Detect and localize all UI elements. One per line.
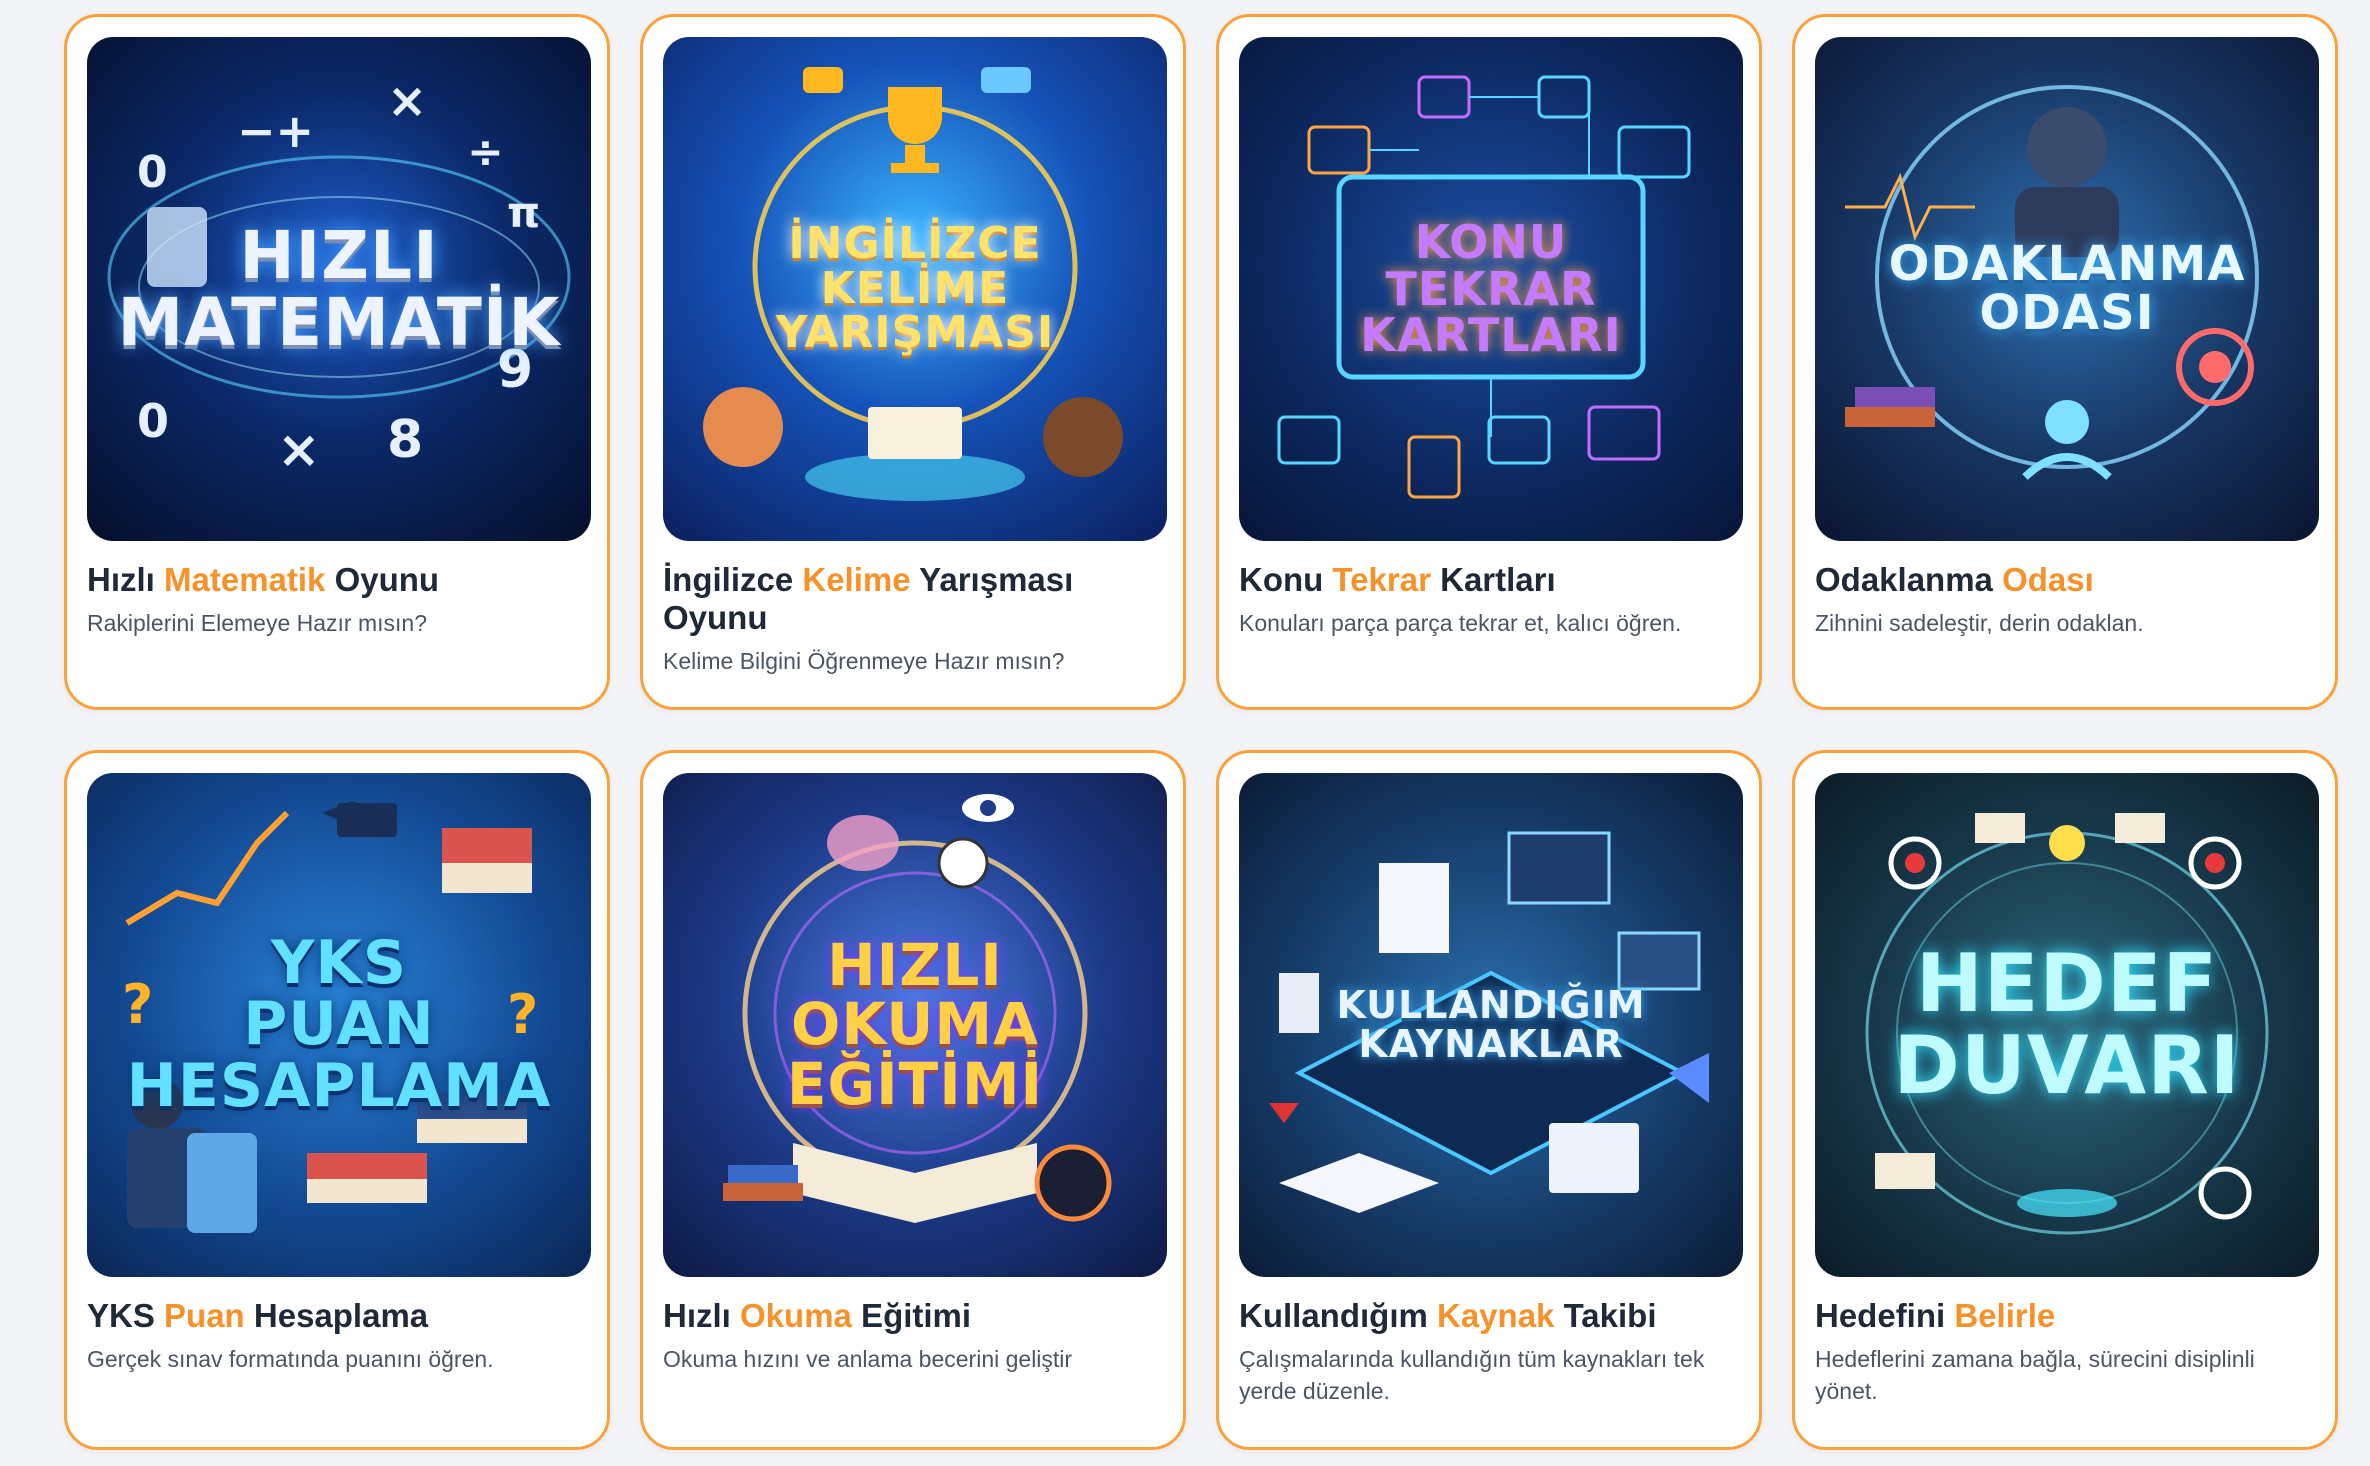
thumbnail-title: İNGİLİZCE KELİME YARIŞMASI: [775, 217, 1055, 359]
svg-text:−+: −+: [237, 104, 314, 158]
card-title: İngilizce Kelime Yarışması Oyunu: [663, 561, 1074, 636]
card-title: Hızlı Matematik Oyunu: [87, 561, 440, 598]
thumbnail-title: KULLANDIĞIM KAYNAKLAR: [1336, 983, 1646, 1066]
thumbnail-image: ? ? YKS PUAN HESAPLAMA: [87, 773, 591, 1277]
card-subtitle: Okuma hızını ve anlama becerini geliştir: [663, 1346, 1073, 1372]
card-subtitle: Zihnini sadeleştir, derin odaklan.: [1815, 610, 2144, 636]
card-konu-tekrar[interactable]: KONU TEKRAR KARTLARI Konu Tekrar Kartlar…: [1216, 14, 1762, 710]
card-title: Konu Tekrar Kartları: [1239, 561, 1556, 598]
card-title: Hızlı Okuma Eğitimi: [663, 1297, 972, 1334]
app-grid: 0 × −+ ÷ π 9 8 × 0 HIZLI MATEMATİK Hızlı…: [64, 14, 2338, 1450]
card-subtitle: Rakiplerini Elemeye Hazır mısın?: [87, 610, 428, 636]
card-kaynak-takibi[interactable]: KULLANDIĞIM KAYNAKLAR Kullandığım Kaynak…: [1216, 750, 1762, 1450]
card-title: Hedefini Belirle: [1815, 1297, 2056, 1334]
card-subtitle: Hedeflerini zamana bağla, sürecini disip…: [1815, 1346, 2255, 1404]
card-hedef-belirle[interactable]: HEDEF DUVARI Hedefini Belirle Hedeflerin…: [1792, 750, 2338, 1450]
card-hizli-matematik[interactable]: 0 × −+ ÷ π 9 8 × 0 HIZLI MATEMATİK Hızlı…: [64, 14, 610, 710]
card-ingilizce-kelime[interactable]: İNGİLİZCE KELİME YARIŞMASI İngilizce Kel…: [640, 14, 1186, 710]
thumbnail-image: 0 × −+ ÷ π 9 8 × 0 HIZLI MATEMATİK: [87, 37, 591, 541]
card-yks-puan[interactable]: ? ? YKS PUAN HESAPLAMA YKS Puan Hesaplam…: [64, 750, 610, 1450]
thumbnail-image: KONU TEKRAR KARTLARI: [1239, 37, 1743, 541]
thumbnail-image: HEDEF DUVARI: [1815, 773, 2319, 1277]
thumbnail-image: İNGİLİZCE KELİME YARIŞMASI: [663, 37, 1167, 541]
thumbnail-title: HEDEF DUVARI: [1893, 937, 2241, 1112]
svg-text:8: 8: [387, 410, 423, 470]
card-title: YKS Puan Hesaplama: [87, 1297, 429, 1334]
thumbnail-image: KULLANDIĞIM KAYNAKLAR: [1239, 773, 1743, 1277]
thumbnail-title: KONU TEKRAR KARTLARI: [1360, 214, 1622, 363]
card-hizli-okuma[interactable]: HIZLI OKUMA EĞİTİMİ Hızlı Okuma Eğitimi …: [640, 750, 1186, 1450]
thumbnail-title: HIZLI MATEMATİK: [117, 216, 561, 361]
card-title: Odaklanma Odası: [1815, 561, 2094, 598]
card-odaklanma-odasi[interactable]: ODAKLANMA ODASI Odaklanma Odası Zihnini …: [1792, 14, 2338, 710]
thumbnail-image: ODAKLANMA ODASI: [1815, 37, 2319, 541]
thumbnail-image: HIZLI OKUMA EĞİTİMİ: [663, 773, 1167, 1277]
card-title: Kullandığım Kaynak Takibi: [1239, 1297, 1657, 1334]
thumbnail-title: HIZLI OKUMA EĞİTİMİ: [786, 931, 1044, 1118]
card-subtitle: Gerçek sınav formatında puanını öğren.: [87, 1346, 494, 1372]
card-subtitle: Kelime Bilgini Öğrenmeye Hazır mısın?: [663, 648, 1065, 674]
thumbnail-title: ODAKLANMA ODASI: [1888, 236, 2246, 341]
card-subtitle: Konuları parça parça tekrar et, kalıcı ö…: [1239, 610, 1682, 636]
thumbnail-title: YKS PUAN HESAPLAMA: [126, 928, 552, 1121]
svg-text:0: 0: [137, 394, 169, 448]
card-subtitle: Çalışmalarında kullandığın tüm kaynaklar…: [1239, 1346, 1705, 1404]
svg-text:0: 0: [137, 147, 168, 198]
svg-text:×: ×: [277, 420, 321, 480]
svg-text:×: ×: [387, 73, 427, 129]
svg-text:÷: ÷: [467, 127, 504, 178]
